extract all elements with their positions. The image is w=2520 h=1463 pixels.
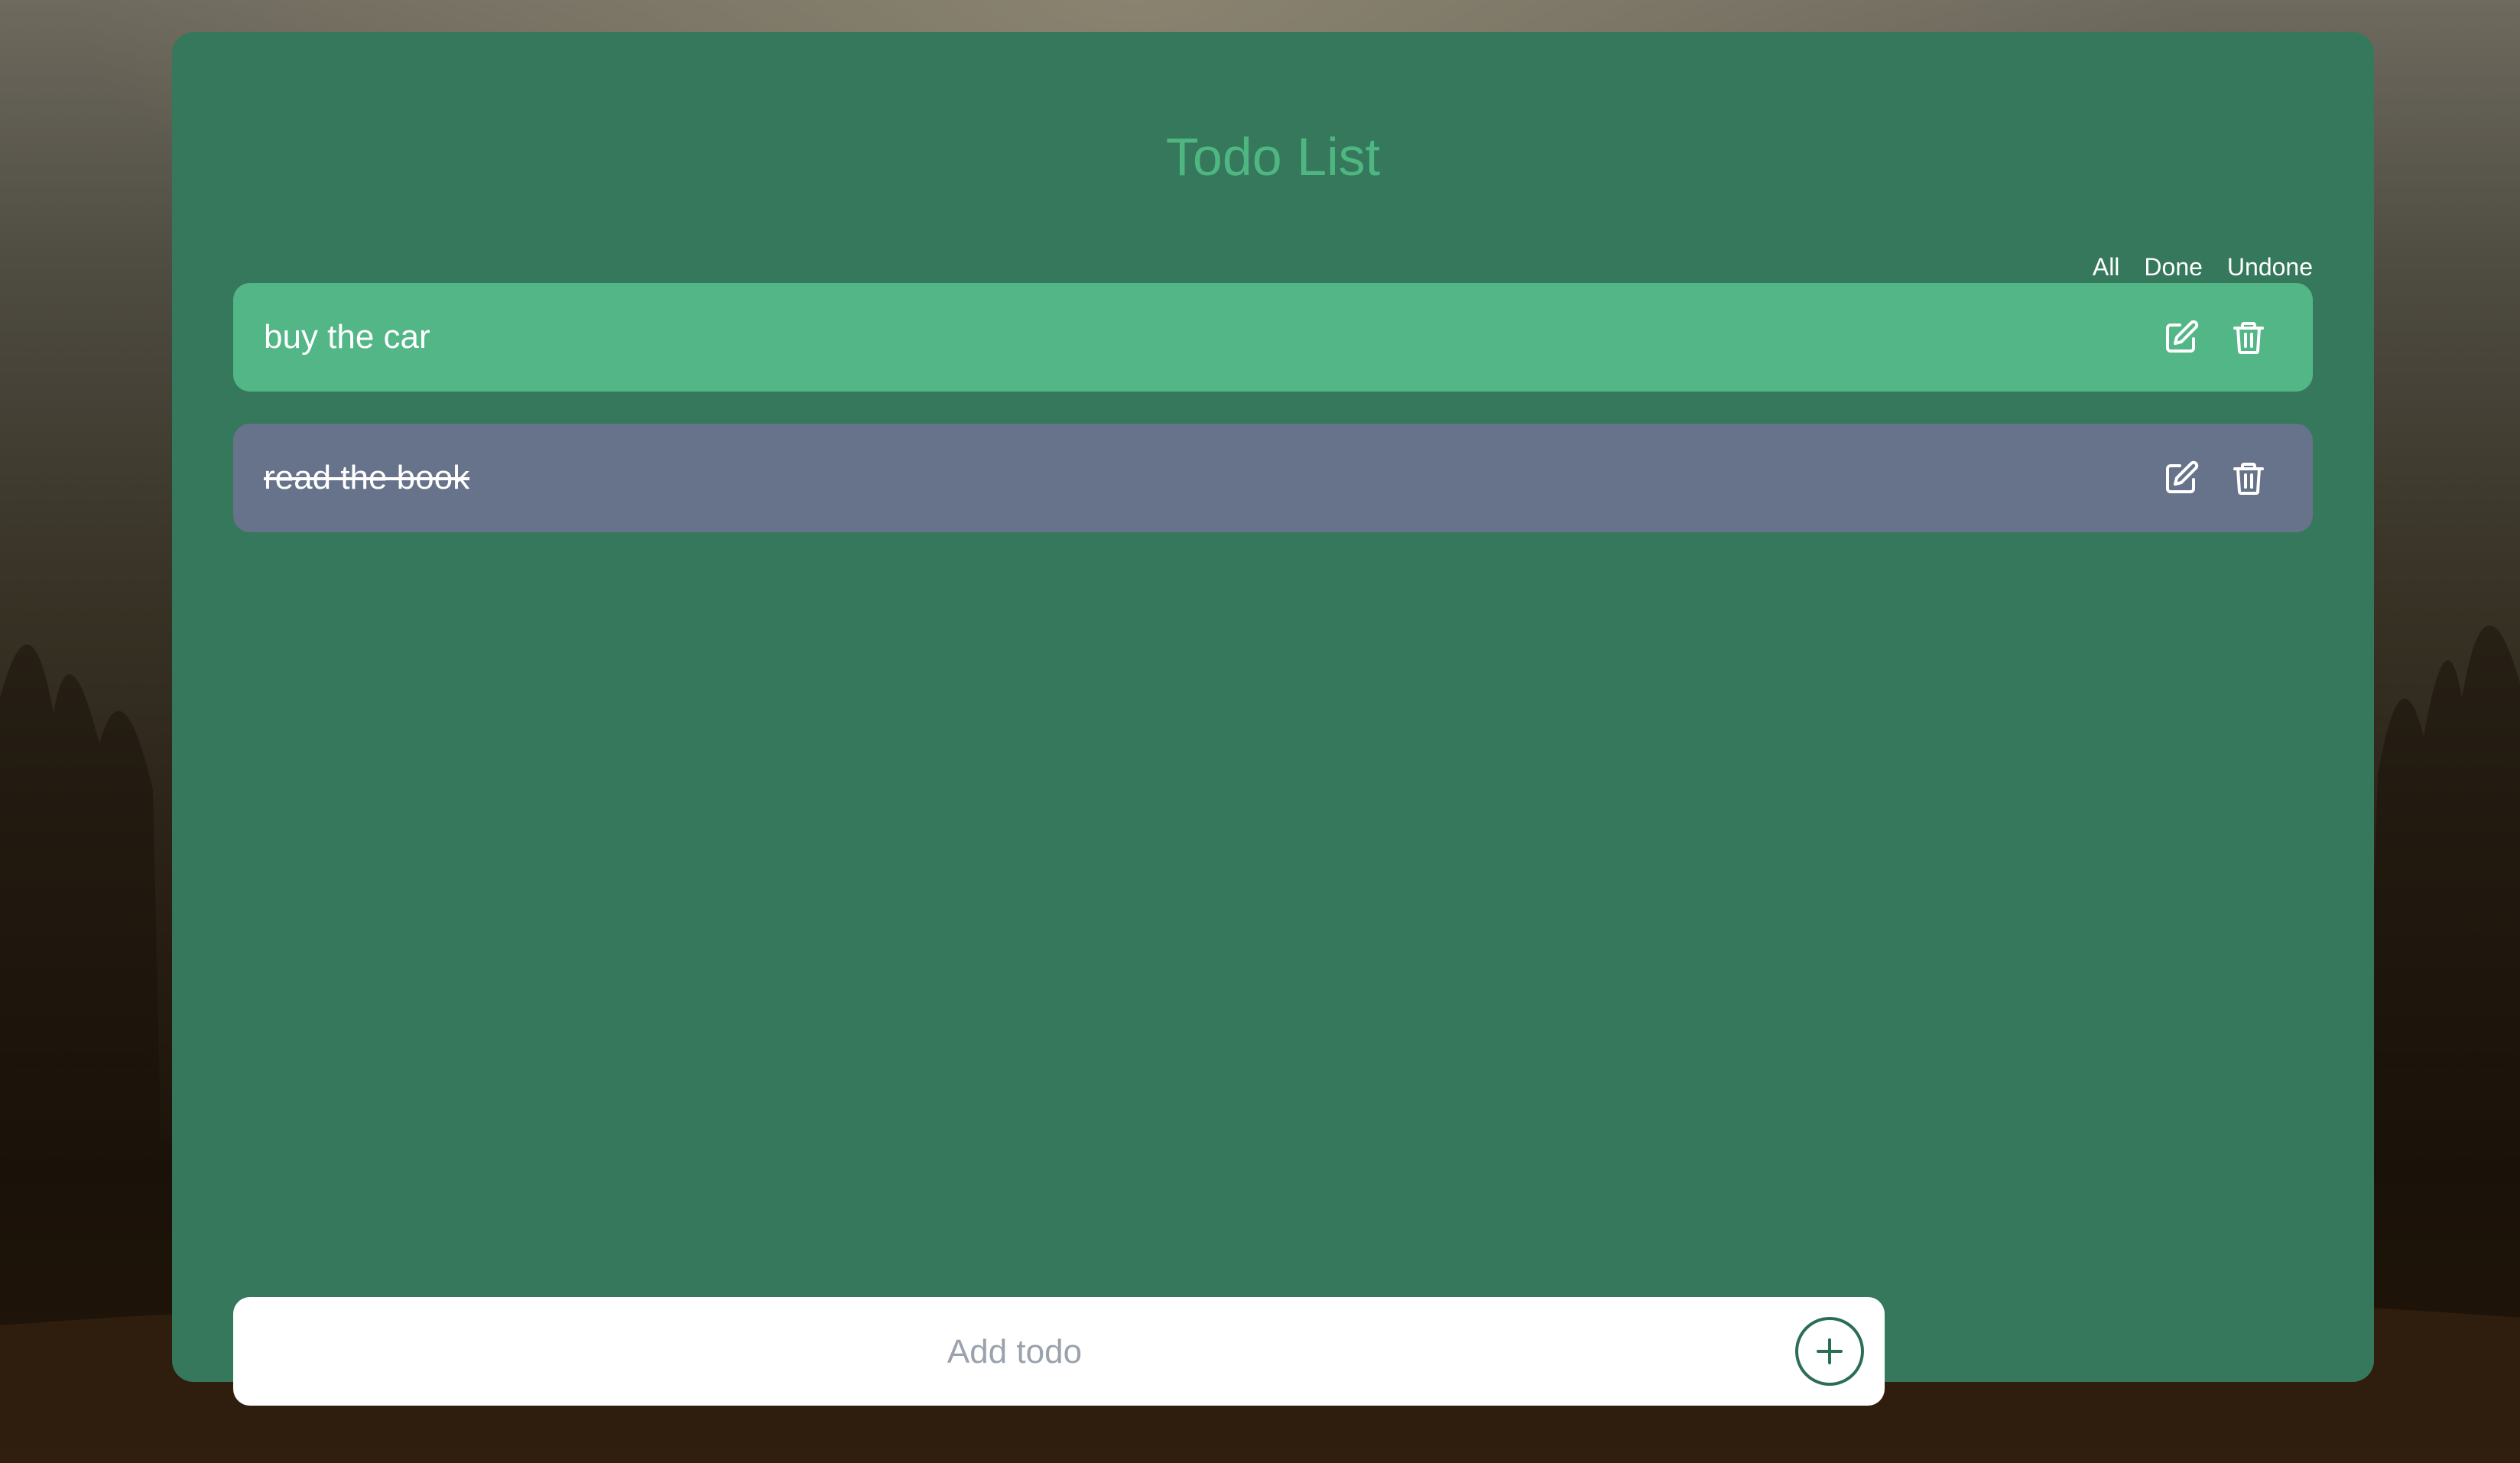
- edit-icon[interactable]: [2163, 457, 2200, 499]
- filter-all[interactable]: All: [2093, 248, 2120, 286]
- plus-circle-icon[interactable]: [1794, 1316, 1865, 1387]
- page-title: Todo List: [1165, 127, 1381, 187]
- todo-panel: Todo List All Done Undone buy the car re…: [172, 32, 2374, 1382]
- filter-undone[interactable]: Undone: [2227, 248, 2313, 286]
- todo-item[interactable]: buy the car: [233, 283, 2313, 392]
- add-todo-bar: [233, 1297, 1885, 1407]
- todo-text[interactable]: buy the car: [264, 283, 430, 392]
- todo-item[interactable]: read the book: [233, 424, 2313, 532]
- filter-bar: All Done Undone: [2093, 248, 2313, 286]
- add-todo-input[interactable]: [264, 1297, 1765, 1407]
- filter-done[interactable]: Done: [2144, 248, 2203, 286]
- trash-icon[interactable]: [2230, 317, 2267, 358]
- todo-actions: [2163, 317, 2267, 358]
- trash-icon[interactable]: [2230, 457, 2267, 499]
- edit-icon[interactable]: [2163, 317, 2200, 358]
- todo-text[interactable]: read the book: [264, 424, 469, 532]
- todo-actions: [2163, 457, 2267, 499]
